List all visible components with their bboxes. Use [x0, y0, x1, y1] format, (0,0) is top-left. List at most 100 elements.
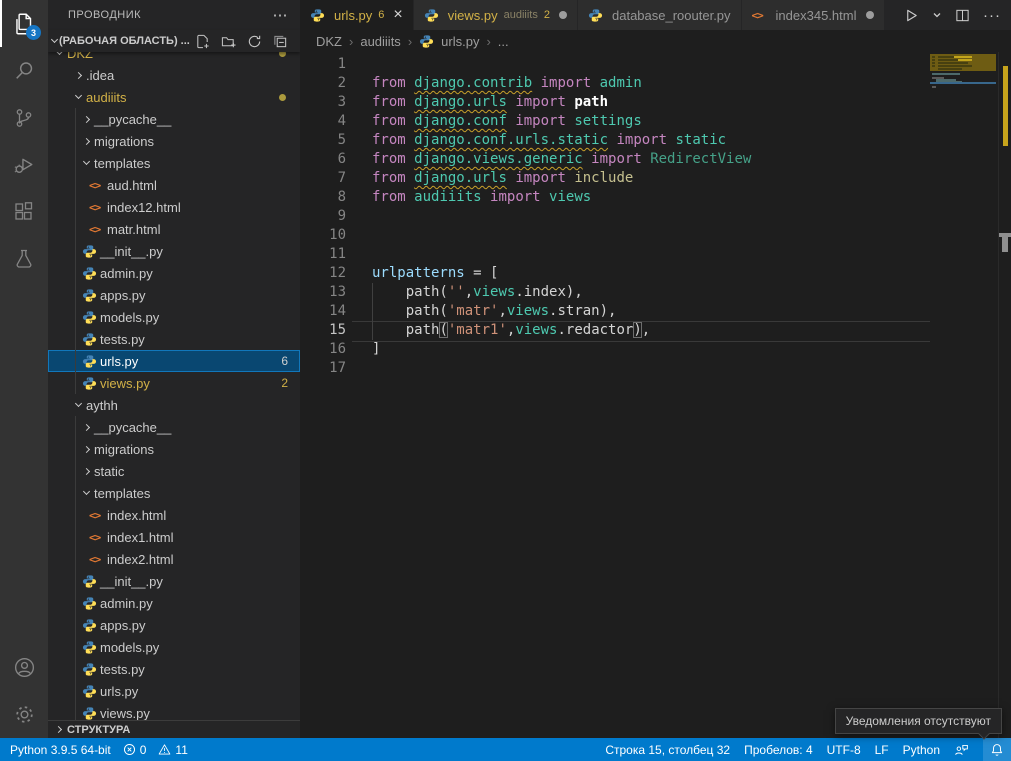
tree-folder-migrations[interactable]: migrations — [48, 130, 300, 152]
editor-tab-database_roouter.py[interactable]: database_roouter.py — [578, 0, 742, 30]
code-line-16[interactable]: 16] — [300, 340, 930, 359]
tree-folder-aythh[interactable]: aythh — [48, 394, 300, 416]
statusbar-language-mode[interactable]: Python — [903, 738, 940, 761]
editor-tab-urls.py[interactable]: urls.py6× — [300, 0, 414, 30]
run-dropdown-icon[interactable] — [932, 10, 942, 20]
tree-folder-.idea[interactable]: .idea — [48, 64, 300, 86]
tree-file-__init__.py[interactable]: __init__.py — [48, 570, 300, 592]
code-line-3[interactable]: 3from django.urls import path — [300, 93, 930, 112]
tree-file-aud.html[interactable]: <>aud.html — [48, 174, 300, 196]
run-and-debug-icon[interactable] — [0, 141, 48, 188]
explorer-more-actions[interactable]: ⋯ — [273, 6, 289, 24]
tree-file-urls.py[interactable]: urls.py6 — [48, 350, 300, 372]
code-line-2[interactable]: 2from django.contrib import admin — [300, 74, 930, 93]
tree-indent-guide — [75, 108, 76, 394]
statusbar-python-interpreter[interactable]: Python 3.9.5 64-bit — [10, 738, 111, 761]
line-number: 17 — [300, 359, 346, 378]
tree-file-index1.html[interactable]: <>index1.html — [48, 526, 300, 548]
tree-folder-__pycache__[interactable]: __pycache__ — [48, 416, 300, 438]
tree-file-admin.py[interactable]: admin.py — [48, 262, 300, 284]
breadcrumb-item-...[interactable]: ... — [498, 34, 509, 49]
tree-folder-templates[interactable]: templates — [48, 152, 300, 174]
tree-file-apps.py[interactable]: apps.py — [48, 614, 300, 636]
extensions-icon[interactable] — [0, 188, 48, 235]
testing-icon[interactable] — [0, 235, 48, 282]
tree-file-views.py[interactable]: views.py2 — [48, 372, 300, 394]
tree-file-tests.py[interactable]: tests.py — [48, 328, 300, 350]
workspace-section-header[interactable]: (РАБОЧАЯ ОБЛАСТЬ) ... — [48, 30, 300, 52]
minimap[interactable] — [930, 52, 998, 738]
close-icon[interactable]: × — [393, 7, 402, 23]
tree-file-admin.py[interactable]: admin.py — [48, 592, 300, 614]
tree-folder-__pycache__[interactable]: __pycache__ — [48, 108, 300, 130]
breadcrumb-item-urls.py[interactable]: urls.py — [419, 34, 479, 49]
editor-tab-index345.html[interactable]: <>index345.html — [742, 0, 885, 30]
search-icon[interactable] — [0, 47, 48, 94]
tree-file-matr.html[interactable]: <>matr.html — [48, 218, 300, 240]
code-line-9[interactable]: 9 — [300, 207, 930, 226]
statusbar-feedback[interactable] — [954, 738, 969, 761]
python-file-icon — [82, 266, 100, 281]
tree-file-index12.html[interactable]: <>index12.html — [48, 196, 300, 218]
code-line-8[interactable]: 8from audiiits import views — [300, 188, 930, 207]
code-line-6[interactable]: 6from django.views.generic import Redire… — [300, 150, 930, 169]
new-folder-icon[interactable] — [221, 34, 236, 49]
run-icon[interactable] — [904, 8, 919, 23]
tree-folder-DKZ[interactable]: DKZ — [48, 52, 300, 64]
collapse-folders-icon[interactable] — [273, 34, 288, 49]
code-line-17[interactable]: 17 — [300, 359, 930, 378]
code-editor[interactable]: 12from django.contrib import admin3from … — [300, 52, 1011, 738]
modified-dot-icon[interactable] — [559, 11, 567, 19]
tree-file-models.py[interactable]: models.py — [48, 636, 300, 658]
statusbar-problems-warnings[interactable]: 11 — [158, 738, 187, 761]
python-file-icon — [82, 684, 100, 699]
tree-folder-audiiits[interactable]: audiiits — [48, 86, 300, 108]
statusbar-notifications[interactable] — [983, 738, 1011, 761]
statusbar-encoding[interactable]: UTF-8 — [827, 738, 861, 761]
tree-item-label: __init__.py — [100, 244, 163, 259]
tree-file-models.py[interactable]: models.py — [48, 306, 300, 328]
settings-gear-icon[interactable] — [0, 691, 48, 738]
tree-file-__init__.py[interactable]: __init__.py — [48, 240, 300, 262]
editor-tab-views.py[interactable]: views.pyaudiiits2 — [414, 0, 578, 30]
tree-file-index2.html[interactable]: <>index2.html — [48, 548, 300, 570]
code-line-12[interactable]: 12urlpatterns = [ — [300, 264, 930, 283]
refresh-icon[interactable] — [247, 34, 262, 49]
tree-folder-migrations[interactable]: migrations — [48, 438, 300, 460]
code-line-11[interactable]: 11 — [300, 245, 930, 264]
html-file-icon: <> — [89, 201, 107, 214]
explorer-icon[interactable]: 3 — [0, 0, 48, 47]
chevron-down-icon — [75, 400, 82, 407]
outline-section-header[interactable]: СТРУКТУРА — [48, 720, 300, 738]
tree-file-apps.py[interactable]: apps.py — [48, 284, 300, 306]
code-line-14[interactable]: 14 path('matr',views.stran), — [300, 302, 930, 321]
tree-folder-templates[interactable]: templates — [48, 482, 300, 504]
tree-file-index.html[interactable]: <>index.html — [48, 504, 300, 526]
statusbar-cursor-position[interactable]: Строка 15, столбец 32 — [605, 738, 730, 761]
modified-dot-icon[interactable] — [866, 11, 874, 19]
code-line-15[interactable]: 15 path('matr1',views.redactor), — [300, 321, 930, 340]
tree-file-urls.py[interactable]: urls.py — [48, 680, 300, 702]
more-icon[interactable]: ··· — [983, 7, 1001, 24]
code-line-content: from django.contrib import admin — [346, 74, 642, 93]
editor-scrollbar[interactable] — [998, 52, 1011, 738]
breadcrumb-item-DKZ[interactable]: DKZ — [316, 34, 342, 49]
account-icon[interactable] — [0, 644, 48, 691]
split-editor-icon[interactable] — [955, 8, 970, 23]
code-line-13[interactable]: 13 path('',views.index), — [300, 283, 930, 302]
statusbar-indentation[interactable]: Пробелов: 4 — [744, 738, 813, 761]
code-line-4[interactable]: 4from django.conf import settings — [300, 112, 930, 131]
code-line-10[interactable]: 10 — [300, 226, 930, 245]
tree-item-label: index2.html — [107, 552, 173, 567]
new-file-icon[interactable] — [195, 34, 210, 49]
source-control-icon[interactable] — [0, 94, 48, 141]
code-line-1[interactable]: 1 — [300, 55, 930, 74]
statusbar-eol[interactable]: LF — [875, 738, 889, 761]
tree-file-tests.py[interactable]: tests.py — [48, 658, 300, 680]
tree-folder-static[interactable]: static — [48, 460, 300, 482]
code-line-5[interactable]: 5from django.conf.urls.static import sta… — [300, 131, 930, 150]
breadcrumb-item-audiiits[interactable]: audiiits — [360, 34, 400, 49]
tree-file-views.py[interactable]: views.py — [48, 702, 300, 720]
statusbar-problems-errors[interactable]: 0 — [123, 738, 147, 761]
code-line-7[interactable]: 7from django.urls import include — [300, 169, 930, 188]
